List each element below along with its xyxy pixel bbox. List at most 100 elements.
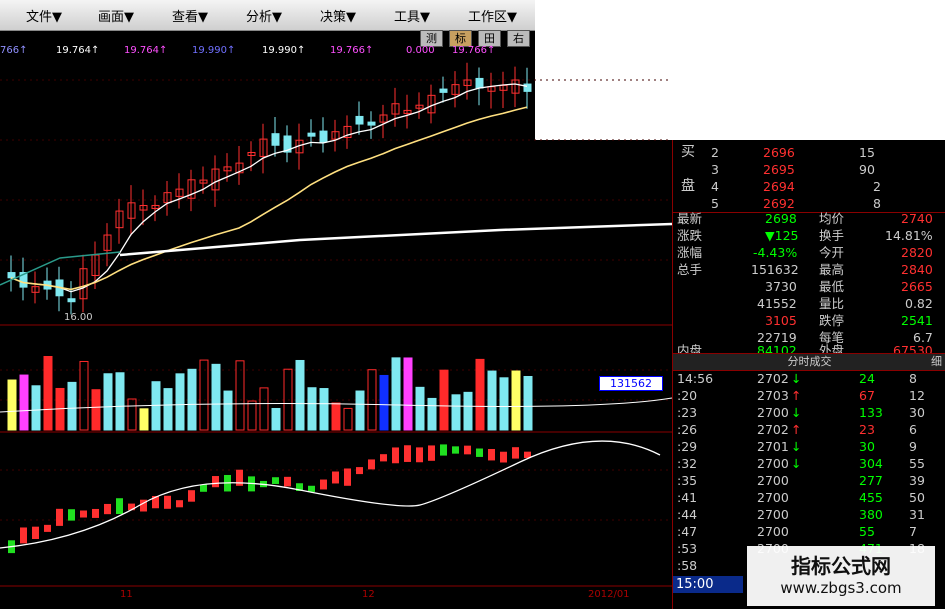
tick-count: 55	[909, 456, 925, 471]
stat-value: 2541	[901, 313, 933, 328]
stat-value: 2698	[765, 211, 797, 226]
stat-row-change-pct: 涨幅 -4.43% 今开 2820	[673, 244, 945, 261]
volume-bar	[391, 357, 401, 431]
tick-volume: 23	[859, 422, 875, 437]
volume-bar	[511, 370, 521, 431]
tick-volume: 30	[859, 439, 875, 454]
tick-count: 6	[909, 422, 917, 437]
tick-time: :47	[677, 524, 698, 539]
axis-label-jan: 2012/01	[588, 589, 630, 600]
volume-bar	[211, 363, 221, 431]
tick-row: :29 2701 ↓ 30 9	[673, 438, 945, 455]
volume-bar	[7, 379, 17, 431]
tick-price: 2700	[757, 405, 789, 420]
stat-row-vol-ratio: 41552 量比 0.82	[673, 295, 945, 312]
ma5-line	[10, 83, 528, 293]
volume-bar	[79, 360, 89, 431]
tick-section-title: 分时成交	[787, 355, 832, 368]
stat-row-change: 涨跌 ▼125 换手 14.81%	[673, 227, 945, 244]
tick-volume: 277	[859, 473, 883, 488]
indicator-candle	[368, 459, 375, 470]
tick-count: 50	[909, 490, 925, 505]
volume-bar	[355, 390, 365, 431]
indicator-candle	[44, 524, 51, 532]
indicator-candle	[332, 471, 339, 484]
volume-bar	[223, 390, 233, 431]
down-arrow-icon: ↓	[791, 371, 802, 386]
stat-row-limit-down: 3105 跌停 2541	[673, 312, 945, 329]
stat-value: 0.82	[905, 296, 933, 311]
tick-price: 2700	[757, 507, 789, 522]
indicator-candle	[188, 490, 195, 502]
stat-value: 151632	[751, 262, 799, 277]
volume-bar	[379, 374, 389, 431]
bid-label: 买	[681, 144, 695, 160]
volume-bar	[91, 389, 101, 431]
tick-time: :44	[677, 507, 698, 522]
stat-row-low: 3730 最低 2665	[673, 278, 945, 295]
tick-price: 2700	[757, 473, 789, 488]
tick-time: :35	[677, 473, 698, 488]
stat-value: 3105	[765, 313, 797, 328]
tick-price: 2700	[757, 490, 789, 505]
tick-count: 31	[909, 507, 925, 522]
volume-bar	[307, 387, 317, 431]
up-arrow-icon: ↑	[791, 422, 802, 437]
indicator-candle	[428, 445, 435, 461]
stat-value: ▼125	[765, 228, 799, 243]
stat-label: 跌停	[819, 313, 845, 328]
stat-label: 总手	[677, 262, 703, 277]
tick-count: 8	[909, 371, 917, 386]
tick-time: :41	[677, 490, 698, 505]
volume-value-label: 131562	[599, 376, 663, 391]
indicator-candle	[20, 527, 27, 544]
volume-bar	[139, 408, 149, 431]
volume-bar	[163, 388, 173, 431]
bid-volume: 90	[859, 162, 875, 177]
volume-bar	[451, 394, 461, 431]
trading-screen: 文件▼ 画面▼ 查看▼ 分析▼ 决策▼ 工具▼ 工作区▼ 测 标 田 右 766…	[0, 0, 945, 609]
candle-body	[355, 115, 364, 125]
bid-level: 2	[711, 145, 719, 160]
indicator-candle	[212, 476, 219, 488]
bid-volume: 15	[859, 145, 875, 160]
ma20-line	[10, 106, 528, 291]
tick-row: :41 2700 455 50	[673, 489, 945, 506]
indicator-candle	[452, 446, 459, 454]
volume-bar	[415, 386, 425, 431]
volume-bar	[43, 355, 53, 431]
indicator-candle	[80, 510, 87, 518]
indicator-candle	[464, 445, 471, 455]
stat-label: 均价	[819, 211, 845, 226]
volume-bar	[475, 358, 485, 431]
volume-bar	[199, 359, 209, 431]
indicator-candle	[284, 476, 291, 487]
detail-button[interactable]: 细	[931, 354, 942, 370]
bid-row-3: 3 2695 90	[673, 161, 945, 178]
tick-section-header: 分时成交 细	[673, 353, 945, 371]
down-arrow-icon: ↓	[791, 456, 802, 471]
stat-row-latest: 最新 2698 均价 2740	[673, 210, 945, 227]
stat-label: 量比	[819, 296, 845, 311]
candle-body	[7, 272, 16, 279]
indicator-candle	[344, 468, 351, 486]
tick-row: :35 2700 277 39	[673, 472, 945, 489]
bid-price: 2695	[763, 162, 795, 177]
down-arrow-icon: ↓	[791, 405, 802, 420]
low-price-marker: 16.00	[64, 312, 93, 323]
stat-row-volume: 总手 151632 最高 2840	[673, 261, 945, 278]
volume-bar	[247, 400, 257, 431]
indicator-candle	[500, 451, 507, 463]
tick-row: :47 2700 55 7	[673, 523, 945, 540]
volume-bar	[115, 372, 125, 431]
tick-time: :32	[677, 456, 698, 471]
tick-row: :23 2700 ↓ 133 30	[673, 404, 945, 421]
indicator-candle	[68, 509, 75, 521]
volume-bar	[151, 381, 161, 431]
volume-bar	[187, 368, 197, 431]
tick-time: :23	[677, 405, 698, 420]
bid-volume: 2	[873, 179, 881, 194]
volume-bar	[235, 360, 245, 431]
tick-price: 2700	[757, 524, 789, 539]
indicator-candle	[164, 495, 171, 509]
